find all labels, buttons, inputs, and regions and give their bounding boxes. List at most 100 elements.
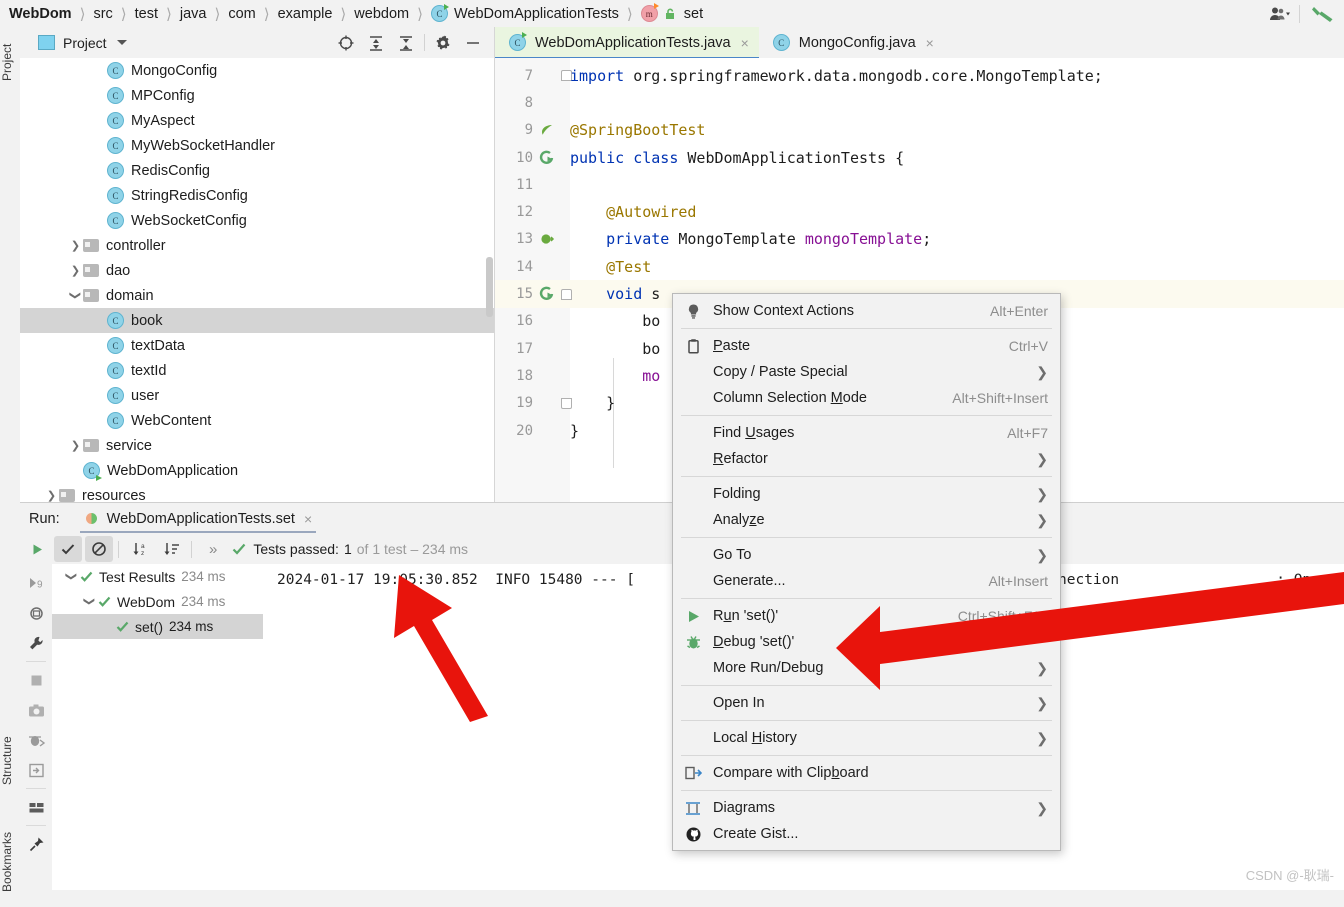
settings-button-side[interactable]: [23, 628, 49, 658]
project-tree-item[interactable]: C MPConfig: [20, 83, 494, 108]
project-tree-item[interactable]: Cuser: [20, 383, 494, 408]
project-tree-item[interactable]: C WebSocketConfig: [20, 208, 494, 233]
menu-item-find-usages[interactable]: Find Usages Alt+F7: [673, 420, 1060, 446]
breadcrumb-item-java[interactable]: java: [178, 0, 209, 27]
menu-item-paste[interactable]: Paste Ctrl+V: [673, 333, 1060, 359]
menu-item-refactor[interactable]: Refactor ❯: [673, 446, 1060, 472]
collapse-all-button[interactable]: [391, 27, 421, 58]
close-icon[interactable]: ×: [741, 35, 749, 51]
breadcrumb-item-src[interactable]: src: [91, 0, 114, 27]
expand-chevrons-icon[interactable]: »: [209, 541, 217, 558]
project-tree-item[interactable]: ❯ service: [20, 433, 494, 458]
breadcrumb-item-test[interactable]: test: [133, 0, 160, 27]
project-tree-item[interactable]: ❯ dao: [20, 258, 494, 283]
code-line[interactable]: 7 import org.springframework.data.mongodb…: [495, 62, 1344, 89]
project-tree-item[interactable]: C StringRedisConfig: [20, 183, 494, 208]
project-tree-item-selected[interactable]: Cbook: [20, 308, 494, 333]
chevron-down-icon[interactable]: [116, 40, 127, 45]
spring-leaf-icon[interactable]: [539, 122, 555, 138]
menu-item-create-gist[interactable]: Create Gist...: [673, 821, 1060, 847]
project-tree[interactable]: C MongoConfig C MPConfig C MyAspect C MyWebSock…: [20, 58, 494, 502]
menu-item-column-selection-mode[interactable]: Column Selection Mode Alt+Shift+Insert: [673, 385, 1060, 411]
code-line[interactable]: 12 @Autowired: [495, 199, 1344, 226]
tool-window-project[interactable]: Project: [0, 31, 20, 93]
editor-tab-webdomapplicationtests[interactable]: C WebDomApplicationTests.java ×: [495, 27, 759, 59]
code-line[interactable]: 9 @SpringBootTest: [495, 117, 1344, 144]
test-tree-item[interactable]: ❯ WebDom 234 ms: [52, 589, 263, 614]
rerun-button[interactable]: [23, 536, 51, 562]
menu-item-folding[interactable]: Folding ❯: [673, 481, 1060, 507]
minimize-button[interactable]: [458, 27, 488, 58]
screenshot-button[interactable]: [23, 695, 49, 725]
code-line[interactable]: 8: [495, 89, 1344, 116]
run-configuration-tab[interactable]: WebDomApplicationTests.set ×: [79, 503, 317, 534]
menu-item-more-run-debug[interactable]: More Run/Debug ❯: [673, 655, 1060, 681]
menu-item-copy-paste-special[interactable]: Copy / Paste Special ❯: [673, 359, 1060, 385]
test-results-tree[interactable]: ❯ Test Results 234 ms ❯ WebDom 234 ms set() 234…: [52, 564, 264, 890]
code-line[interactable]: 14 @Test: [495, 253, 1344, 280]
code-line[interactable]: 10 public class WebDomApplicationTests {: [495, 144, 1344, 171]
project-tree-item[interactable]: C MongoConfig: [20, 58, 494, 83]
breadcrumb-item-webdom[interactable]: WebDom: [0, 0, 74, 27]
project-tree-item[interactable]: C MyWebSocketHandler: [20, 133, 494, 158]
locate-target-button[interactable]: [331, 27, 361, 58]
project-tree-item[interactable]: ❯ controller: [20, 233, 494, 258]
project-tree-item[interactable]: ❯ resources: [20, 483, 494, 502]
show-passed-toggle[interactable]: [54, 536, 82, 562]
code-line[interactable]: 13 private MongoTemplate mongoTemplate;: [495, 226, 1344, 253]
project-tree-item[interactable]: C WebDomApplication: [20, 458, 494, 483]
sort-alphabetically-button[interactable]: az: [127, 536, 155, 562]
tool-window-bookmarks[interactable]: Bookmarks: [0, 817, 20, 907]
rerun-button-side[interactable]: 9: [23, 568, 49, 598]
pin-button[interactable]: [23, 829, 49, 859]
breadcrumb-item-example[interactable]: example: [276, 0, 335, 27]
code-line[interactable]: 11: [495, 171, 1344, 198]
stop-button[interactable]: [23, 665, 49, 695]
layout-button[interactable]: [23, 792, 49, 822]
breadcrumb-item-webdom-pkg[interactable]: webdom: [352, 0, 411, 27]
project-tree-scrollbar[interactable]: [486, 257, 493, 317]
user-account-button[interactable]: [1263, 0, 1297, 27]
project-tree-item[interactable]: CtextData: [20, 333, 494, 358]
menu-item-analyze[interactable]: Analyze ❯: [673, 507, 1060, 533]
editor-tab-mongoconfig[interactable]: C MongoConfig.java ×: [758, 27, 944, 58]
menu-item-go-to[interactable]: Go To ❯: [673, 542, 1060, 568]
project-tree-item[interactable]: C WebContent: [20, 408, 494, 433]
tool-window-structure[interactable]: Structure: [0, 722, 20, 800]
debug-button-side[interactable]: [23, 725, 49, 755]
breadcrumb-item-class[interactable]: C WebDomApplicationTests: [429, 0, 621, 27]
menu-item-show-context-actions[interactable]: Show Context Actions Alt+Enter: [673, 298, 1060, 324]
close-icon[interactable]: ×: [304, 511, 312, 527]
editor-context-menu[interactable]: Show Context Actions Alt+Enter Paste Ctrl+V…: [672, 293, 1061, 851]
line-number: 9: [524, 122, 533, 139]
menu-item-generate[interactable]: Generate... Alt+Insert: [673, 568, 1060, 594]
menu-item-diagrams[interactable]: Diagrams ❯: [673, 795, 1060, 821]
project-tree-item-label: RedisConfig: [131, 162, 210, 179]
export-button[interactable]: [23, 755, 49, 785]
breadcrumb-item-com[interactable]: com: [226, 0, 257, 27]
sort-by-duration-icon: [164, 543, 179, 555]
test-tree-item[interactable]: ❯ Test Results 234 ms: [52, 564, 263, 589]
menu-item-open-in[interactable]: Open In ❯: [673, 690, 1060, 716]
menu-item-compare-with-clipboard[interactable]: Compare with Clipboard: [673, 760, 1060, 786]
code-text: public class WebDomApplicationTests {: [570, 149, 904, 167]
close-icon[interactable]: ×: [926, 35, 934, 51]
expand-all-button[interactable]: [361, 27, 391, 58]
project-tree-item[interactable]: CtextId: [20, 358, 494, 383]
sort-by-duration-button[interactable]: [158, 536, 186, 562]
menu-item-run-set[interactable]: Run 'set()' Ctrl+Shift+F10: [673, 603, 1060, 629]
run-test-icon[interactable]: [539, 286, 555, 302]
project-tree-item[interactable]: ❯ domain: [20, 283, 494, 308]
bean-icon[interactable]: [539, 231, 555, 247]
project-tree-item[interactable]: C MyAspect: [20, 108, 494, 133]
build-button[interactable]: [1302, 0, 1344, 27]
settings-button[interactable]: [428, 27, 458, 58]
menu-item-debug-set[interactable]: Debug 'set()': [673, 629, 1060, 655]
breadcrumb-item-method[interactable]: m set: [639, 0, 705, 27]
test-tree-item-selected[interactable]: set() 234 ms: [52, 614, 263, 639]
run-class-icon[interactable]: [539, 150, 555, 166]
rerun-auto-button[interactable]: [23, 598, 49, 628]
project-tree-item[interactable]: C RedisConfig: [20, 158, 494, 183]
menu-item-local-history[interactable]: Local History ❯: [673, 725, 1060, 751]
hide-ignored-toggle[interactable]: [85, 536, 113, 562]
